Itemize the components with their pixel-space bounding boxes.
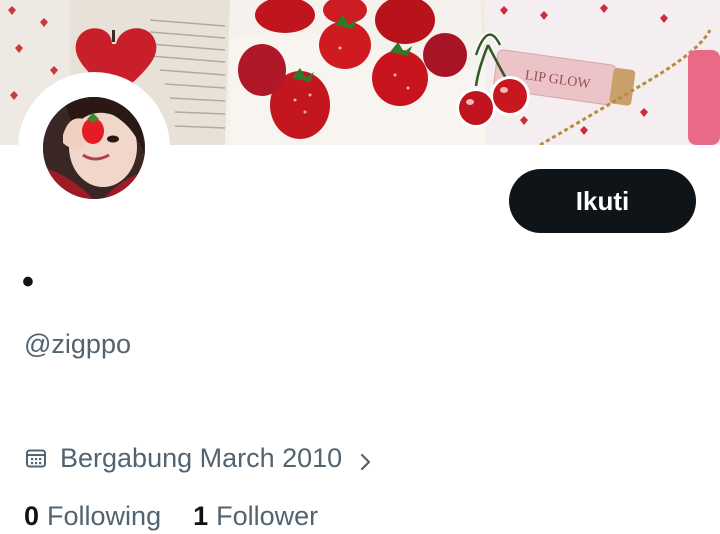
follow-button[interactable]: Ikuti <box>509 169 696 233</box>
avatar[interactable] <box>43 97 145 199</box>
calendar-icon <box>24 446 48 470</box>
follow-stats: 0 Following 1 Follower <box>24 498 350 534</box>
followers-count: 1 <box>193 500 209 531</box>
following-count: 0 <box>24 500 40 531</box>
username-handle: @zigppo <box>24 329 131 359</box>
display-name: • <box>22 263 34 301</box>
following-label: Following <box>47 500 162 531</box>
joined-date-row[interactable]: Bergabung March 2010 <box>24 440 376 476</box>
following-link[interactable]: 0 Following <box>24 501 161 532</box>
followers-link[interactable]: 1 Follower <box>193 501 318 532</box>
avatar-frame <box>18 72 170 224</box>
followers-label: Follower <box>216 500 319 531</box>
chevron-right-icon <box>356 448 376 471</box>
joined-date-text: Bergabung March 2010 <box>60 442 343 473</box>
avatar-image <box>43 97 145 199</box>
